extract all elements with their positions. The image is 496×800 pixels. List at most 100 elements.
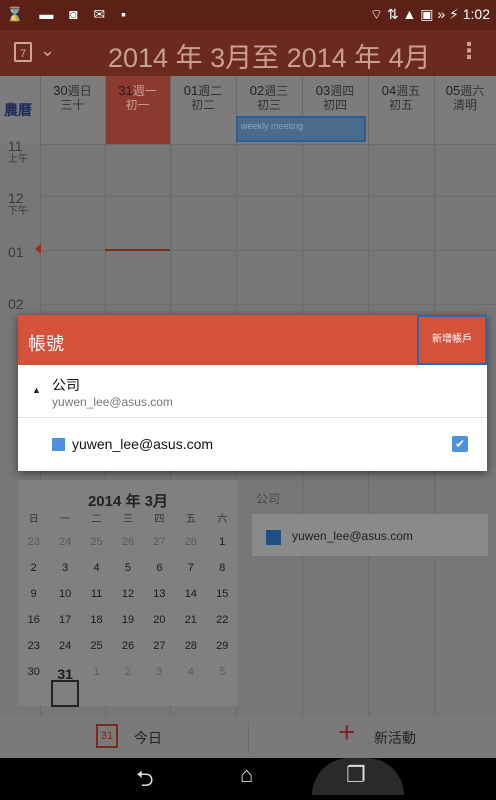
mini-calendar-day[interactable]: 5	[112, 562, 143, 584]
mini-calendar-day[interactable]: 20	[144, 614, 175, 636]
account-card[interactable]: yuwen_lee@asus.com	[252, 514, 488, 556]
mini-calendar-day[interactable]: 28	[175, 640, 206, 662]
account-row[interactable]: yuwen_lee@asus.com ✔	[18, 418, 487, 471]
hour-label: 12 下午	[8, 190, 28, 218]
today-label: 今日	[134, 730, 162, 746]
status-bar: ⌛ ▬ ◙ ✉ ▪ ⌔ ⇅ ▲ ▣ » ⚡ 1:02	[0, 0, 496, 30]
mini-calendar-day[interactable]: 25	[81, 640, 112, 662]
mini-calendar-day[interactable]: 5	[207, 666, 238, 688]
mini-calendar-day[interactable]: 21	[175, 614, 206, 636]
mini-calendar-day[interactable]: 26	[112, 640, 143, 662]
day-column-header[interactable]: 02週三 初三	[236, 84, 302, 113]
day-weekday: 週五	[396, 84, 421, 98]
mini-calendar-week: 23 24 25 26 27 28 1	[18, 536, 238, 558]
mini-calendar-day[interactable]: 6	[144, 562, 175, 584]
weekday-label: 日	[28, 514, 39, 525]
mini-calendar-day[interactable]: 7	[175, 562, 206, 584]
mini-calendar-day[interactable]: 8	[207, 562, 238, 584]
mini-calendar-day[interactable]: 27	[144, 640, 175, 662]
day-column-header[interactable]: 05週六 清明	[434, 84, 496, 113]
account-checkbox[interactable]: ✔	[452, 436, 468, 452]
status-icons-left: ⌛ ▬ ◙ ✉ ▪	[6, 6, 133, 22]
mini-calendar-day[interactable]: 3	[49, 562, 80, 584]
back-icon[interactable]: ⮌	[136, 762, 154, 800]
mini-calendar-day[interactable]: 23	[18, 536, 49, 558]
hour-label: 11 上午	[8, 138, 28, 166]
accounts-dialog: 帳號 新增帳戶 ▲ 公司 yuwen_lee@asus.com yuwen_le…	[18, 315, 487, 471]
mini-calendar-day[interactable]: 27	[144, 536, 175, 558]
bottom-action-bar: 31 今日 + 新活動	[0, 716, 496, 758]
day-lunar: 初二	[190, 98, 215, 112]
hour-ampm: 上午	[8, 154, 28, 165]
hour-number: 12	[8, 190, 24, 206]
mini-calendar-day[interactable]: 22	[207, 614, 238, 636]
day-weekday: 週四	[330, 84, 355, 98]
mini-calendar-day[interactable]: 10	[49, 588, 80, 610]
mini-calendar-day[interactable]: 30	[18, 666, 49, 688]
today-button[interactable]: 31 今日	[96, 724, 206, 750]
mini-calendar-day[interactable]: 25	[81, 536, 112, 558]
mini-calendar-weekdays: 日一二三四五六	[18, 510, 238, 532]
day-column-header[interactable]: 04週五 初五	[368, 84, 434, 113]
grid-hour-line	[40, 304, 496, 305]
event-weekly-meeting[interactable]: weekly meeting	[236, 116, 366, 142]
account-color-swatch	[52, 438, 65, 451]
day-lunar: 初四	[322, 98, 347, 112]
mini-calendar-day[interactable]: 23	[18, 640, 49, 662]
mini-calendar-day[interactable]: 28	[175, 536, 206, 558]
day-column-header[interactable]: 01週二 初二	[170, 83, 236, 113]
group-email: yuwen_lee@asus.com	[52, 395, 173, 409]
day-column-header[interactable]: 30週日 三十	[40, 84, 105, 113]
calendar-view-icon[interactable]: 7	[14, 42, 32, 62]
add-account-button[interactable]: 新增帳戶	[417, 315, 487, 365]
mini-calendar-week: 2345678	[18, 562, 238, 584]
chevron-down-icon[interactable]: ⌄	[40, 40, 55, 61]
mini-calendar-day[interactable]: 3	[144, 666, 175, 688]
day-column-header[interactable]: 31週一 初一	[105, 76, 170, 144]
mini-calendar-day[interactable]: 9	[18, 588, 49, 610]
mini-calendar-day[interactable]: 2	[18, 562, 49, 584]
weekday-label: 二	[91, 514, 102, 525]
mini-calendar-day[interactable]: 24	[49, 536, 80, 558]
mini-calendar-day[interactable]: 2	[112, 666, 143, 688]
mini-calendar-day[interactable]: 4	[81, 562, 112, 584]
system-nav-bar: ⮌ ⌂ ❐	[0, 758, 496, 795]
mini-calendar-day[interactable]: 24	[49, 640, 80, 662]
mini-calendar-day[interactable]: 16	[18, 614, 49, 636]
mini-calendar-day[interactable]: 17	[49, 614, 80, 636]
account-group-row[interactable]: ▲ 公司 yuwen_lee@asus.com	[18, 365, 487, 418]
mini-calendar-day[interactable]: 19	[112, 614, 143, 636]
mini-calendar-day[interactable]: 15	[207, 588, 238, 610]
mini-calendar-day[interactable]: 11	[81, 588, 112, 610]
day-weekday: 週六	[460, 84, 485, 98]
divider	[248, 722, 249, 754]
hour-number: 11	[8, 138, 23, 154]
day-lunar: 初五	[388, 98, 413, 112]
mini-calendar: 2014 年 3月 日一二三四五六 23 24 25 26 27 28 1 2 3 4 5 6 7 8 9 10…	[18, 480, 238, 706]
mini-calendar-today-marker	[51, 680, 79, 707]
home-icon[interactable]: ⌂	[240, 762, 253, 788]
recents-icon[interactable]: ❐	[346, 762, 366, 788]
new-event-label: 新活動	[374, 730, 416, 746]
mini-calendar-day[interactable]: 4	[175, 666, 206, 688]
mini-calendar-day[interactable]: 14	[175, 588, 206, 610]
mini-calendar-day[interactable]: 26	[112, 536, 143, 558]
overflow-menu-icon[interactable]: ⋮	[458, 38, 480, 64]
mini-calendar-day[interactable]: 12	[112, 588, 143, 610]
day-lunar: 初一	[125, 98, 150, 112]
new-event-button[interactable]: + 新活動	[338, 716, 458, 750]
mini-calendar-day[interactable]: 29	[207, 640, 238, 662]
lunar-label: 農曆	[4, 102, 32, 118]
hour-label: 02	[8, 296, 24, 312]
hour-number: 02	[8, 296, 24, 312]
day-column-header[interactable]: 03週四 初四	[302, 84, 368, 113]
hour-ampm: 下午	[8, 206, 28, 217]
mini-calendar-day[interactable]: 1	[81, 666, 112, 688]
day-weekday: 週日	[67, 84, 92, 98]
day-date: 01	[183, 83, 199, 98]
mini-calendar-day[interactable]: 18	[81, 614, 112, 636]
mini-calendar-day[interactable]: 1	[207, 536, 238, 558]
hour-label: 01	[8, 245, 24, 259]
mini-calendar-day[interactable]: 13	[144, 588, 175, 610]
day-date: 31	[118, 83, 133, 98]
